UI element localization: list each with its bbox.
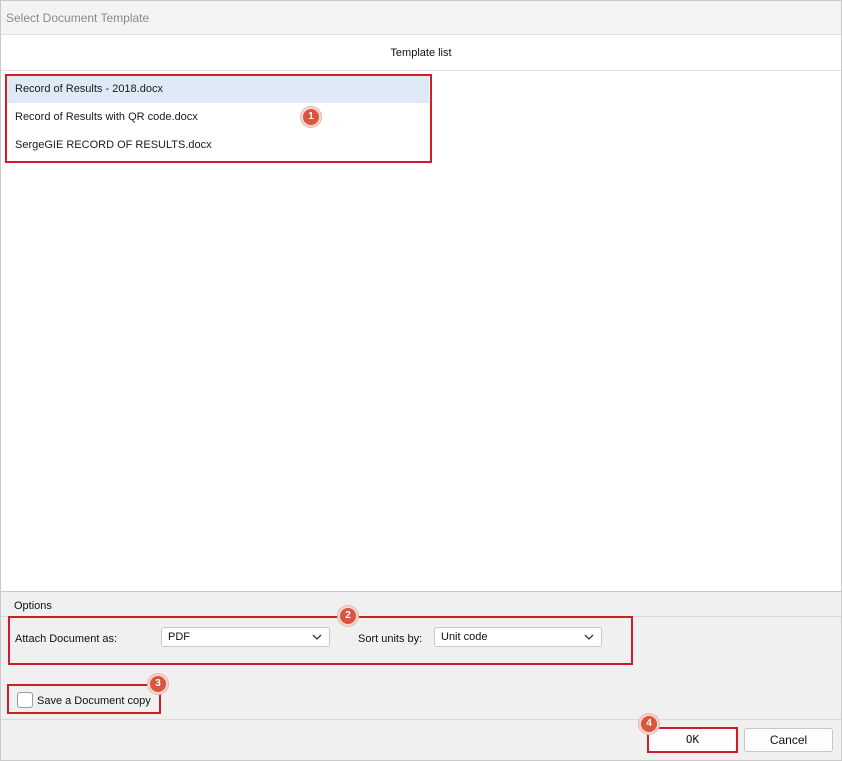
template-list-item[interactable]: Record of Results - 2018.docx (7, 76, 429, 103)
sort-units-select[interactable]: Unit code (434, 627, 602, 647)
template-list-header-label: Template list (390, 47, 452, 59)
template-list-item[interactable]: SergeGIE RECORD OF RESULTS.docx (7, 132, 429, 159)
attach-document-label: Attach Document as: (15, 633, 118, 645)
window-title: Select Document Template (6, 11, 150, 25)
attach-document-select[interactable]: PDF (161, 627, 330, 647)
annotation-badge-1: 1 (301, 107, 321, 127)
dialog-footer: OK Cancel 4 (1, 714, 841, 760)
annotation-badge-2: 2 (338, 606, 358, 626)
template-list-item[interactable]: Record of Results with QR code.docx (7, 104, 429, 131)
cancel-button[interactable]: Cancel (744, 728, 833, 752)
chevron-down-icon (312, 634, 322, 640)
options-body: Attach Document as: PDF Sort units by: U… (1, 616, 841, 719)
options-section-label: Options (14, 600, 52, 612)
template-list-header: Template list (1, 35, 841, 71)
template-list-panel: Template list Record of Results - 2018.d… (1, 35, 841, 592)
ok-button[interactable]: OK (648, 728, 737, 752)
template-list-item-label: Record of Results with QR code.docx (15, 111, 198, 123)
save-document-copy-label[interactable]: Save a Document copy (37, 695, 151, 707)
template-list-item-label: Record of Results - 2018.docx (15, 83, 163, 95)
annotation-badge-4: 4 (639, 714, 659, 734)
title-bar: Select Document Template (1, 1, 841, 35)
select-document-template-dialog: Select Document Template Template list R… (0, 0, 842, 761)
options-panel: Options Attach Document as: PDF Sort uni… (1, 592, 841, 719)
template-list-item-label: SergeGIE RECORD OF RESULTS.docx (15, 139, 212, 151)
sort-units-label: Sort units by: (358, 633, 423, 645)
sort-units-value: Unit code (441, 631, 488, 643)
chevron-down-icon (584, 634, 594, 640)
attach-document-value: PDF (168, 631, 190, 643)
annotation-badge-3: 3 (148, 674, 168, 694)
save-document-copy-checkbox[interactable] (17, 692, 33, 708)
